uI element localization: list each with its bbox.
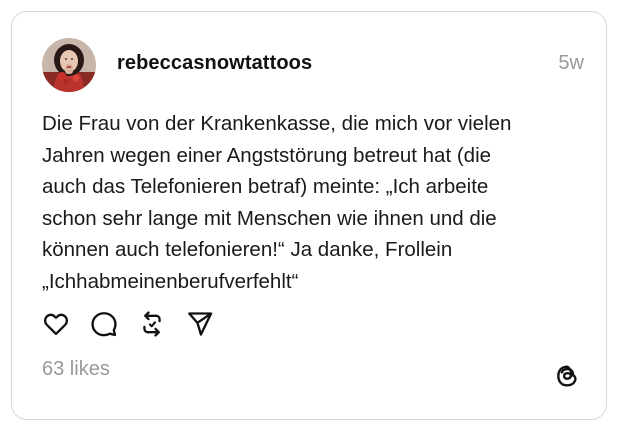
avatar-image — [42, 38, 96, 92]
repost-icon[interactable] — [138, 310, 166, 338]
heart-icon[interactable] — [42, 310, 70, 338]
post-text-line: Die Frau von der Krankenkasse, die mich … — [42, 112, 512, 135]
post-text-line: „Ichhabmeinenberufverfehlt“ — [42, 269, 299, 293]
threads-logo-icon[interactable] — [554, 363, 580, 389]
post-text-line: Jahren wegen einer Angststörung betreut … — [42, 143, 492, 167]
comment-icon[interactable] — [90, 310, 118, 338]
likes-count[interactable]: 63 likes — [42, 358, 110, 381]
send-icon[interactable] — [186, 310, 214, 338]
post-text-line: können auch telefonieren!“ Ja danke, Fro… — [42, 238, 453, 261]
threads-post-card: rebeccasnowtattoos 5w Die Frau von der K… — [11, 11, 607, 420]
post-text-line: auch das Telefonieren betraf) meinte: „I… — [42, 175, 489, 198]
post-text-line: schon sehr lange mit Menschen wie ihnen … — [42, 206, 497, 230]
username[interactable]: rebeccasnowtattoos — [117, 52, 312, 75]
post-timestamp: 5w — [558, 52, 584, 74]
post-text: Die Frau von der Krankenkasse, die mich … — [42, 108, 582, 297]
avatar[interactable] — [42, 38, 96, 92]
